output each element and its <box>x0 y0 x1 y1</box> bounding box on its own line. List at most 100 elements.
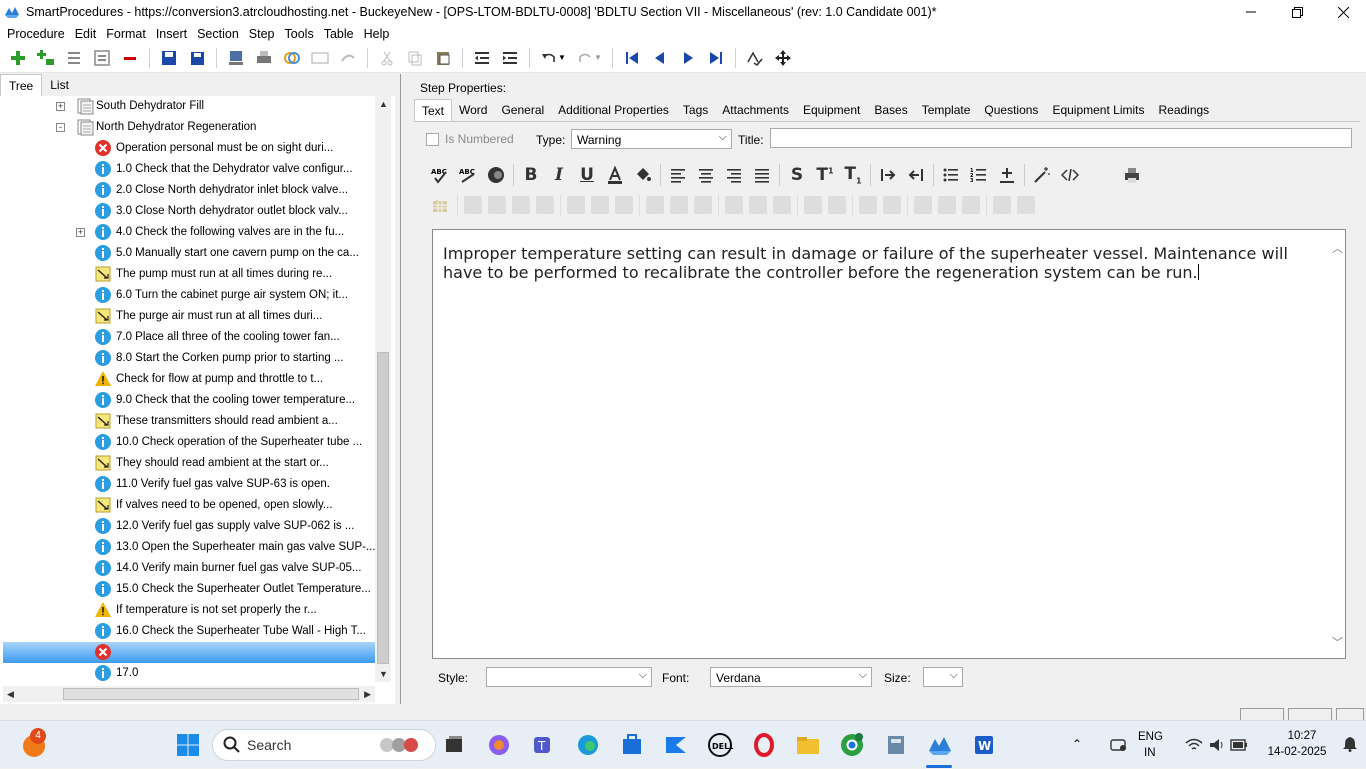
table-tool-icon[interactable] <box>804 196 822 214</box>
tree-item[interactable]: 16.0 Check the Superheater Tube Wall - H… <box>3 621 375 642</box>
clock-date[interactable]: 14-02-2025 <box>1260 746 1334 758</box>
table-tool-icon[interactable] <box>1017 196 1035 214</box>
menu-procedure[interactable]: Procedure <box>2 27 70 41</box>
outline-button[interactable] <box>91 47 113 69</box>
tab-general[interactable]: General <box>494 99 551 121</box>
tree-item[interactable]: - North Dehydrator Regeneration <box>3 117 375 138</box>
editor-content[interactable]: Improper temperature setting can result … <box>443 244 1323 282</box>
tree-item[interactable]: 6.0 Turn the cabinet purge air system ON… <box>3 285 375 306</box>
fill-color-button[interactable] <box>631 163 655 187</box>
tree-item[interactable]: 7.0 Place all three of the cooling tower… <box>3 327 375 348</box>
undo-button[interactable]: ▼ <box>538 47 568 69</box>
tree-item[interactable]: 3.0 Close North dehydrator outlet block … <box>3 201 375 222</box>
opera-icon[interactable] <box>750 731 778 759</box>
tab-equipment-limits[interactable]: Equipment Limits <box>1045 99 1151 121</box>
editor-scroll-up-icon[interactable]: ︿ <box>1332 240 1343 256</box>
underline-button[interactable]: U <box>575 163 599 187</box>
table-tool-icon[interactable] <box>646 196 664 214</box>
close-button[interactable] <box>1320 0 1366 24</box>
tree-item[interactable]: 5.0 Manually start one cavern pump on th… <box>3 243 375 264</box>
menu-table[interactable]: Table <box>319 27 359 41</box>
scroll-down-icon[interactable]: ▼ <box>379 669 388 679</box>
notification-bell-icon[interactable] <box>1342 736 1358 752</box>
paste-button[interactable] <box>432 47 454 69</box>
table-tool-icon[interactable] <box>591 196 609 214</box>
align-center-button[interactable] <box>694 163 718 187</box>
menu-tools[interactable]: Tools <box>280 27 319 41</box>
smartprocedures-taskbar-icon[interactable] <box>926 731 954 759</box>
spell-check-button[interactable] <box>744 47 766 69</box>
table-tool-icon[interactable] <box>828 196 846 214</box>
justify-button[interactable] <box>750 163 774 187</box>
teams-icon[interactable]: T <box>530 731 558 759</box>
tab-questions[interactable]: Questions <box>977 99 1045 121</box>
tree-item[interactable]: 10.0 Check operation of the Superheater … <box>3 432 375 453</box>
tree-item[interactable]: 2.0 Close North dehydrator inlet block v… <box>3 180 375 201</box>
expand-icon[interactable]: + <box>56 102 65 111</box>
spell-check-button[interactable]: ABC <box>428 163 452 187</box>
last-step-button[interactable] <box>705 47 727 69</box>
clock-time[interactable]: 10:27 <box>1276 730 1328 742</box>
bold-button[interactable]: B <box>519 163 543 187</box>
menu-insert[interactable]: Insert <box>151 27 192 41</box>
tab-tags[interactable]: Tags <box>676 99 715 121</box>
save-button[interactable] <box>158 47 180 69</box>
superscript-button[interactable]: T1 <box>813 163 837 187</box>
copilot-icon[interactable] <box>485 731 513 759</box>
tab-word[interactable]: Word <box>452 99 494 121</box>
add-substep-button[interactable] <box>35 47 57 69</box>
tool-app-icon[interactable] <box>882 731 910 759</box>
table-tool-icon[interactable] <box>488 196 506 214</box>
expand-icon[interactable]: + <box>76 228 85 237</box>
spell-options-button[interactable]: ABC <box>456 163 480 187</box>
table-tool-icon[interactable] <box>567 196 585 214</box>
table-tool-icon[interactable] <box>749 196 767 214</box>
maximize-button[interactable] <box>1274 0 1320 24</box>
next-step-button[interactable] <box>677 47 699 69</box>
scroll-right-icon[interactable]: ▶ <box>364 689 371 700</box>
tree-item[interactable]: 14.0 Verify main burner fuel gas valve S… <box>3 558 375 579</box>
align-right-button[interactable] <box>722 163 746 187</box>
word-icon[interactable]: W <box>970 731 998 759</box>
decrease-indent-button[interactable] <box>904 163 928 187</box>
table-tool-icon[interactable] <box>615 196 633 214</box>
link-button[interactable] <box>281 47 303 69</box>
wifi-icon[interactable] <box>1185 737 1203 753</box>
dell-icon[interactable]: DELL <box>706 731 734 759</box>
html-source-button[interactable] <box>1058 163 1082 187</box>
tab-text[interactable]: Text <box>414 99 453 121</box>
table-tool-icon[interactable] <box>914 196 932 214</box>
highlight-button[interactable] <box>484 163 508 187</box>
tree-item[interactable]: Check for flow at pump and throttle to t… <box>3 369 375 390</box>
menu-step[interactable]: Step <box>244 27 280 41</box>
minimize-button[interactable] <box>1228 0 1274 24</box>
font-select[interactable]: Verdana ⌵ <box>710 667 872 687</box>
tree-item[interactable]: They should read ambient at the start or… <box>3 453 375 474</box>
tree-item[interactable]: Operation personal must be on sight duri… <box>3 138 375 159</box>
cut-button[interactable] <box>376 47 398 69</box>
tree-item[interactable]: 8.0 Start the Corken pump prior to start… <box>3 348 375 369</box>
table-tool-icon[interactable] <box>536 196 554 214</box>
horizontal-rule-button[interactable] <box>995 163 1019 187</box>
menu-format[interactable]: Format <box>101 27 151 41</box>
chrome-icon[interactable] <box>838 731 866 759</box>
store-icon[interactable] <box>618 731 646 759</box>
tab-template[interactable]: Template <box>915 99 978 121</box>
numbered-list-button[interactable]: 123 <box>967 163 991 187</box>
tree-item[interactable]: 15.0 Check the Superheater Outlet Temper… <box>3 579 375 600</box>
tree-vertical-scrollbar[interactable]: ▲ ▼ <box>375 96 391 682</box>
window-button[interactable] <box>309 47 331 69</box>
is-numbered-checkbox[interactable]: Is Numbered <box>426 132 514 146</box>
battery-icon[interactable] <box>1230 738 1248 752</box>
publish-button[interactable] <box>225 47 247 69</box>
indent-button[interactable] <box>499 47 521 69</box>
font-color-button[interactable] <box>603 163 627 187</box>
add-step-button[interactable] <box>7 47 29 69</box>
subscript-button[interactable]: T1 <box>841 163 865 187</box>
language-indicator-line2[interactable]: IN <box>1144 747 1156 759</box>
tree-item[interactable]: 17.0 <box>3 663 375 684</box>
table-tool-icon[interactable] <box>725 196 743 214</box>
table-tool-icon[interactable] <box>773 196 791 214</box>
previous-step-button[interactable] <box>649 47 671 69</box>
tree-item[interactable] <box>3 642 375 663</box>
